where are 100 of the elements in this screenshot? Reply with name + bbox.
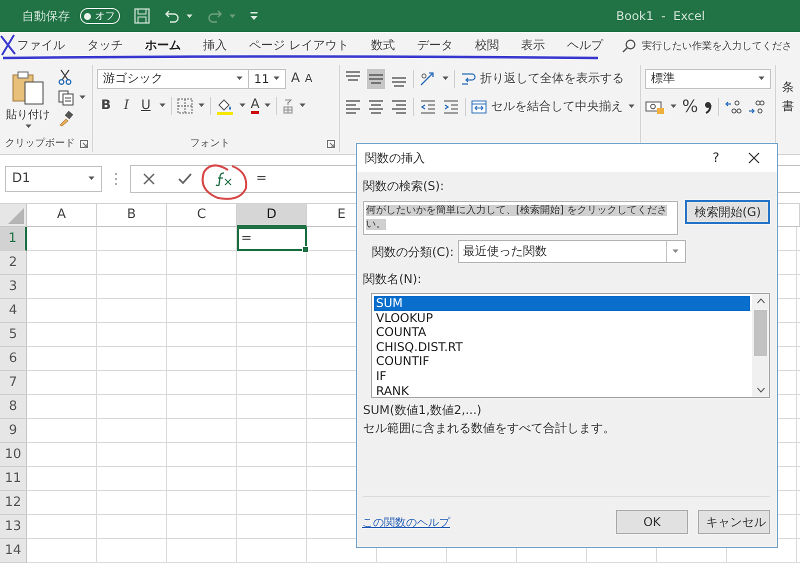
customize-icon[interactable] — [250, 12, 258, 21]
dialog-button[interactable]: OK — [616, 510, 688, 534]
merge-center-button[interactable]: セルを結合して中央揃え — [471, 98, 623, 116]
caret-icon[interactable] — [273, 76, 280, 82]
function-list-item[interactable]: CHISQ.DIST.RT — [374, 340, 750, 354]
row-header[interactable]: 10 — [0, 442, 27, 467]
styles-button-label[interactable]: 条 — [782, 78, 794, 96]
function-list-item[interactable]: RANK — [374, 384, 750, 398]
category-dropdown[interactable]: 最近使った関数 — [458, 240, 686, 263]
ribbon-tab[interactable]: 校閲 — [464, 34, 510, 57]
search-field[interactable]: 何がしたいかを簡単に入力して、[検索開始] をクリックしてください。 — [363, 201, 678, 235]
dialog-launcher-icon[interactable] — [80, 140, 88, 148]
scroll-down-icon[interactable] — [756, 387, 764, 393]
ribbon-tab[interactable]: ヘルプ — [556, 34, 614, 57]
caret-icon[interactable] — [442, 76, 449, 82]
enter-icon[interactable] — [178, 172, 192, 185]
save-icon[interactable] — [134, 8, 150, 24]
caret-icon[interactable] — [79, 95, 86, 100]
format-painter-icon[interactable] — [58, 110, 74, 127]
function-list-item[interactable]: VLOOKUP — [374, 310, 750, 326]
search-button[interactable]: 検索開始(G) — [685, 200, 770, 224]
help-link[interactable]: この関数のヘルプ — [362, 514, 450, 530]
undo-icon[interactable] — [164, 8, 180, 24]
font-size-dropdown[interactable]: 11 — [248, 68, 286, 89]
active-cell[interactable]: = — [237, 226, 307, 251]
row-header[interactable]: 12 — [0, 490, 27, 515]
column-header[interactable]: C — [167, 204, 237, 227]
row-header[interactable]: 7 — [0, 370, 27, 395]
caret-icon[interactable] — [672, 249, 680, 254]
row-header[interactable]: 9 — [0, 418, 27, 443]
number-format-dropdown[interactable]: 標準 — [645, 68, 771, 89]
caret-icon[interactable] — [236, 76, 243, 82]
italic-button[interactable]: I — [120, 98, 134, 114]
row-header[interactable]: 14 — [0, 538, 27, 563]
currency-format-icon[interactable] — [645, 98, 665, 115]
decrease-indent-icon[interactable] — [419, 98, 437, 116]
name-box[interactable]: D1 — [5, 166, 102, 192]
increase-indent-icon[interactable] — [442, 98, 460, 116]
wrap-text-button[interactable]: 折り返して全体を表示する — [460, 70, 624, 88]
function-list-item[interactable]: SUM — [374, 296, 750, 311]
scissors-icon[interactable] — [58, 68, 72, 85]
decrease-decimal-icon[interactable] — [747, 98, 766, 115]
caret-icon[interactable] — [88, 176, 95, 182]
row-header[interactable]: 5 — [0, 322, 27, 347]
row-header[interactable]: 13 — [0, 514, 27, 539]
underline-button[interactable]: U — [138, 98, 154, 114]
column-header[interactable]: A — [27, 204, 97, 227]
caret-icon[interactable] — [198, 103, 205, 108]
caret-icon[interactable] — [299, 103, 306, 108]
caret-icon[interactable] — [238, 103, 246, 108]
grow-font-button[interactable]: A — [291, 71, 300, 86]
function-list-item[interactable]: COUNTA — [374, 325, 750, 340]
ribbon-tab[interactable]: 挿入 — [192, 34, 238, 57]
ribbon-tab[interactable]: 表示 — [510, 34, 556, 57]
dialog-button[interactable]: キャンセル — [698, 510, 770, 534]
row-header[interactable]: 4 — [0, 298, 27, 323]
ribbon-tab[interactable]: ホーム — [134, 34, 192, 57]
borders-icon[interactable] — [176, 98, 193, 114]
column-header[interactable]: D — [237, 204, 307, 227]
dialog-launcher-icon[interactable] — [327, 140, 335, 148]
function-list-item[interactable]: COUNTIF — [374, 354, 750, 369]
caret-icon[interactable] — [264, 103, 272, 108]
column-header[interactable]: B — [97, 204, 167, 227]
ribbon-tab[interactable]: ファイル — [17, 34, 76, 57]
caret-icon[interactable] — [186, 14, 193, 19]
insert-function-icon[interactable] — [215, 172, 233, 186]
caret-icon[interactable] — [758, 76, 765, 82]
ribbon-tab[interactable]: タッチ — [76, 34, 134, 57]
row-header[interactable]: 1 — [0, 226, 27, 251]
autosave-toggle[interactable]: オフ — [80, 8, 120, 24]
caret-icon[interactable] — [628, 104, 635, 110]
align-button[interactable] — [367, 68, 385, 89]
row-header[interactable]: 2 — [0, 250, 27, 275]
bold-button[interactable]: B — [97, 98, 115, 114]
row-header[interactable]: 8 — [0, 394, 27, 419]
caret-icon[interactable] — [670, 104, 677, 110]
paste-button[interactable]: 貼り付け — [4, 64, 52, 134]
ribbon-tab[interactable]: ページ レイアウト — [238, 34, 360, 57]
ribbon-tab[interactable]: データ — [406, 34, 464, 57]
percent-button[interactable]: % — [682, 96, 698, 117]
font-name-dropdown[interactable]: 游ゴシック — [97, 68, 249, 89]
row-header[interactable]: 3 — [0, 274, 27, 299]
styles-button-label[interactable]: 書 — [782, 98, 794, 115]
ribbon-tab[interactable]: 数式 — [360, 34, 406, 57]
shrink-font-button[interactable]: A — [304, 72, 312, 86]
fill-color-icon[interactable] — [216, 96, 234, 115]
cancel-icon[interactable] — [143, 172, 155, 185]
increase-decimal-icon[interactable] — [724, 98, 742, 115]
caret-icon[interactable] — [24, 124, 32, 129]
caret-icon[interactable] — [158, 103, 166, 108]
copy-icon[interactable] — [58, 90, 74, 106]
row-header[interactable]: 6 — [0, 346, 27, 371]
scroll-up-icon[interactable] — [756, 298, 764, 304]
function-list-item[interactable]: IF — [374, 368, 750, 384]
tell-me-search[interactable]: 実行したい作業を入力してくださ — [642, 38, 792, 53]
search-icon[interactable] — [622, 38, 636, 53]
help-button[interactable]: ? — [701, 150, 731, 166]
row-header[interactable]: 11 — [0, 466, 27, 491]
phonetic-guide-icon[interactable] — [282, 98, 294, 114]
scrollbar[interactable] — [752, 294, 769, 397]
